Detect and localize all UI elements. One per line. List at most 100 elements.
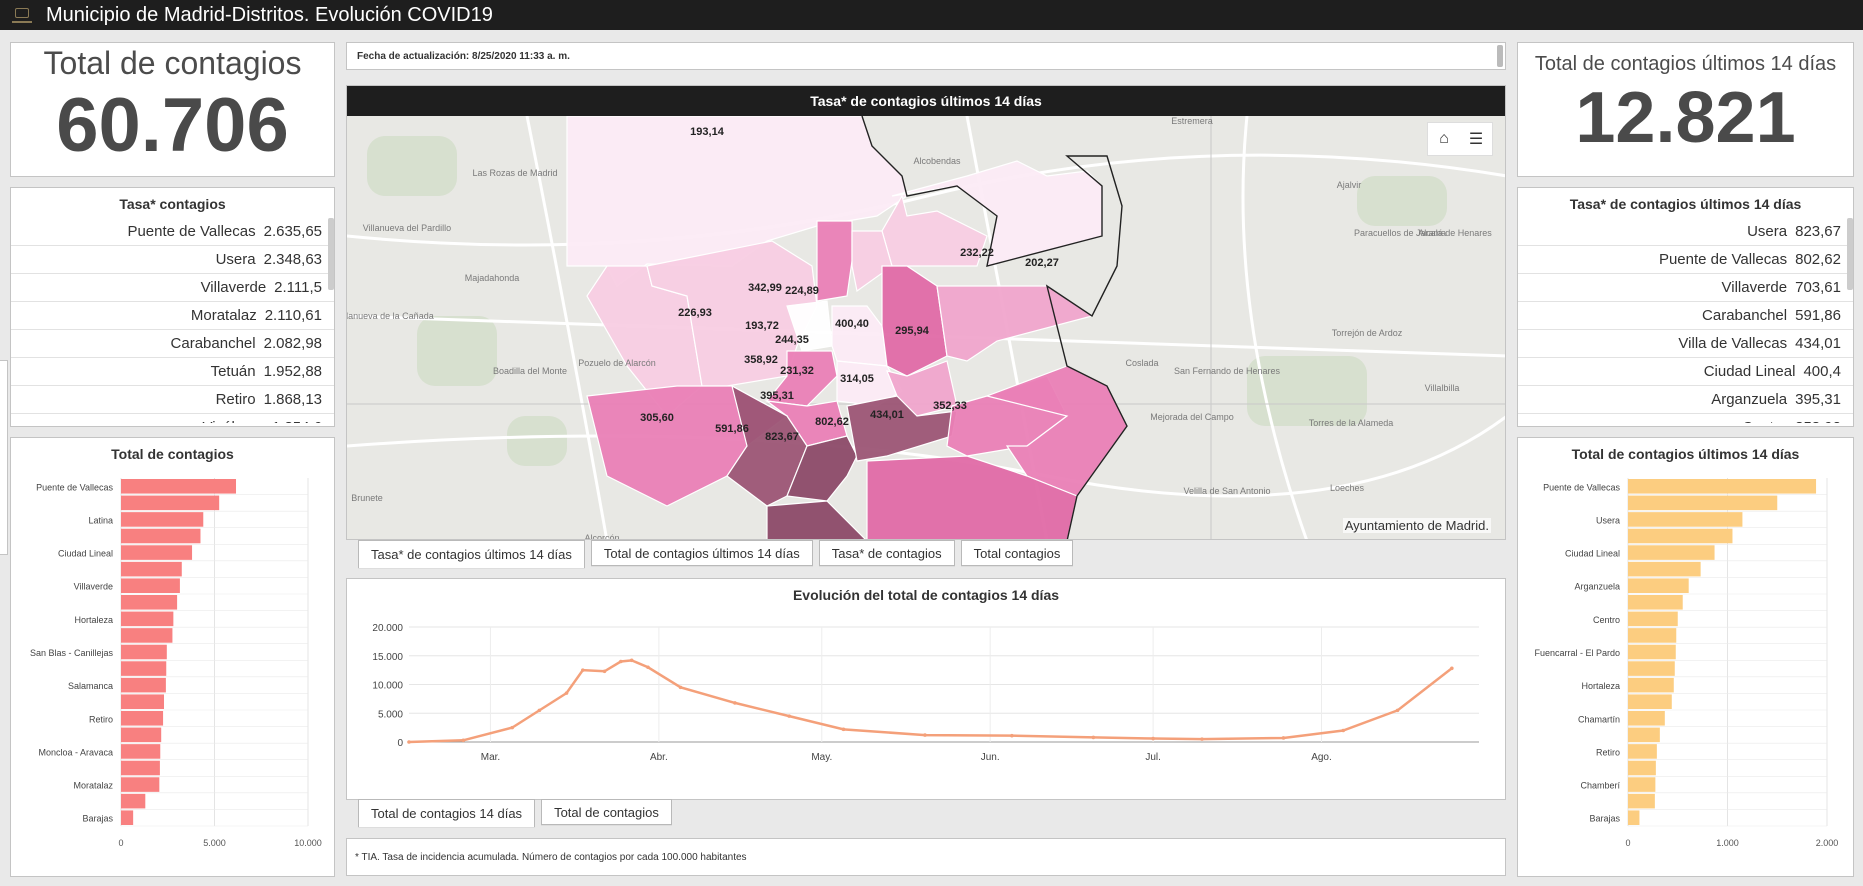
place-label: Villalbilla [1425,383,1460,393]
tab-3[interactable]: Total contagios [960,540,1074,566]
category-label: Moncloa - Aravaca [38,747,113,757]
place-label: Majadahonda [465,273,520,283]
bar [121,611,174,627]
district-rate-label: 305,60 [640,412,674,424]
tab-0[interactable]: Tasa* de contagios últimos 14 días [358,540,585,568]
data-point [646,665,650,670]
bar [1628,793,1655,809]
bar [1628,661,1675,676]
list-scrollbar[interactable] [328,218,334,290]
place-label: Brunete [351,493,383,503]
bar [121,793,146,809]
bar-chart-right-svg: 0 1.000 2.000 Puente de Vallecas Usera Ciudad… [1534,478,1838,848]
list-row[interactable]: Usera 823,67 [1518,218,1853,246]
bar [121,628,173,643]
total-contagios-card: Total de contagios 60.706 [10,42,335,177]
bar [1628,694,1672,709]
list-row-name: Arganzuela [1711,391,1788,408]
list-row-name: Villa de Vallecas [1678,335,1788,352]
district-rate-label: 231,32 [780,365,814,377]
bar [1628,528,1733,544]
list-row[interactable]: Retiro 1.868,13 [11,386,334,414]
y-tick-label: 5.000 [378,709,403,720]
list-row[interactable]: Tetuán 1.952,88 [11,358,334,386]
place-label: Pozuelo de Alarcón [578,358,656,368]
tab-2[interactable]: Tasa* de contagios [818,540,955,566]
x-tick-label: Jul. [1145,752,1161,763]
list-row[interactable]: Centro 358,92 [1518,414,1853,423]
category-label: Ciudad Lineal [1565,549,1620,559]
list-row[interactable]: Villa de Vallecas 434,01 [1518,330,1853,358]
total-14-label: Total de contagios últimos 14 días [1534,53,1837,75]
category-label: Barajas [1589,814,1620,824]
left-edge-panel [0,360,8,555]
update-date-card: Fecha de actualización: 8/25/2020 11:33 … [346,42,1506,70]
bar [121,760,160,776]
category-label: Salamanca [68,681,113,691]
tasa-contagios-title: Tasa* contagios [119,196,226,212]
bar [1628,644,1676,660]
home-icon[interactable]: ⌂ [1428,123,1460,155]
bar [121,694,165,709]
bar [121,677,166,693]
bar [121,595,178,610]
list-row[interactable]: Ciudad Lineal 400,4 [1518,358,1853,386]
evolution-chart-title: Evolución del total de contagios 14 días [792,587,1060,603]
district-rate-label: 226,93 [678,307,712,319]
x-tick-label: Mar. [481,752,500,763]
bar [121,561,182,577]
list-row[interactable]: Arganzuela 395,31 [1518,386,1853,414]
tasa-contagios-rows[interactable]: Puente de Vallecas 2.635,65 Usera 2.348,63 V… [11,218,334,423]
x-tick-label: Abr. [650,752,668,763]
category-label: Fuencarral - El Pardo [1534,648,1620,658]
data-point [678,685,683,690]
place-label: Villanueva del Pardillo [363,223,451,233]
tab-1[interactable]: Total de contagios últimos 14 días [590,540,813,566]
district-map[interactable]: 193,14 232,22 202,27 342,99 224,89 226,93 193,… [347,116,1506,540]
total-14-card: Total de contagios últimos 14 días 12.82… [1517,42,1854,177]
list-row[interactable]: Puente de Vallecas 802,62 [1518,246,1853,274]
list-row[interactable]: Vicálvaro 1.854,6 [11,414,334,423]
bar-chart-right: Total de contagios últimos 14 días 0 1.00… [1517,437,1854,877]
place-label: Ajalvir [1337,180,1362,190]
tasa-14-rows[interactable]: Usera 823,67 Puente de Vallecas 802,62 Villa… [1518,218,1853,423]
list-row[interactable]: Carabanchel 2.082,98 [11,330,334,358]
list-row-name: Puente de Vallecas [1658,251,1788,268]
district-rate-label: 193,72 [745,320,779,332]
place-label: San Fernando de Henares [1174,366,1281,376]
category-label: Latina [88,515,113,525]
update-scrollbar[interactable] [1497,45,1503,67]
green-area [507,416,567,466]
list-icon[interactable]: ☰ [1460,123,1492,155]
category-label: Chamberí [1580,781,1620,791]
data-point [407,740,411,744]
list-row[interactable]: Usera 2.348,63 [11,246,334,274]
district-polygon[interactable] [816,220,853,302]
district-rate-label: 244,35 [775,334,809,346]
place-label: Torres de la Alameda [1309,418,1394,428]
list-row-name: Puente de Vallecas [127,223,256,240]
list-scrollbar[interactable] [1847,218,1853,290]
green-area [367,136,457,196]
data-point [581,668,585,672]
tab-1[interactable]: Total de contagios [541,799,672,825]
tab-0[interactable]: Total de contagios 14 días [358,799,536,827]
category-label: Moratalaz [73,781,113,791]
app-title: Municipio de Madrid-Distritos. Evolución… [46,3,493,26]
list-row[interactable]: Villaverde 2.111,5 [11,274,334,302]
x-tick-label: 0 [1625,838,1630,848]
bar [1628,711,1665,726]
list-row-value: 2.110,61 [264,307,322,324]
list-row-value: 703,61 [1795,279,1841,296]
place-label: Alcobendas [913,156,961,166]
list-row[interactable]: Moratalaz 2.110,61 [11,302,334,330]
list-row[interactable]: Puente de Vallecas 2.635,65 [11,218,334,246]
data-point [510,725,514,730]
list-row[interactable]: Carabanchel 591,86 [1518,302,1853,330]
district-rate-label: 434,01 [870,409,904,421]
x-tick-label: Ago. [1311,752,1332,763]
bar [1628,595,1683,610]
total-contagios-label: Total de contagios [43,45,302,81]
list-row[interactable]: Villaverde 703,61 [1518,274,1853,302]
district-rate-label: 314,05 [840,373,874,385]
